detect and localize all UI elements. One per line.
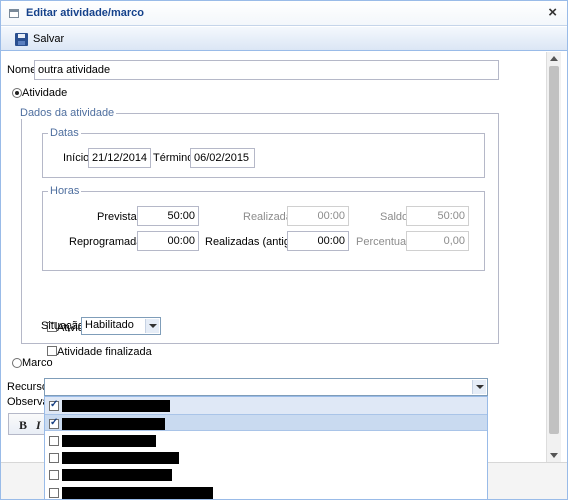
recurso-option-checkbox[interactable] <box>49 399 59 411</box>
situacao-select[interactable]: Habilitado <box>81 317 161 335</box>
datas-fieldset: Datas Início Término <box>42 127 485 178</box>
window-title: Editar atividade/marco <box>26 7 144 19</box>
recurso-option-checkbox[interactable] <box>49 452 59 463</box>
marco-radio-label: Marco <box>22 357 53 369</box>
previstas-label: Previstas <box>97 211 143 223</box>
redacted-name-bar <box>62 418 165 431</box>
previstas-input[interactable] <box>137 206 199 226</box>
redacted-name-bar <box>62 434 156 447</box>
atividade-radio-label: Atividade <box>22 87 68 99</box>
recurso-option[interactable] <box>45 466 487 483</box>
atividade-finalizada-checkbox[interactable] <box>47 346 57 356</box>
italic-icon[interactable]: I <box>36 418 41 433</box>
recurso-option[interactable] <box>45 432 487 449</box>
recurso-label: Recurso <box>7 381 48 393</box>
redacted-name-bar <box>62 451 179 464</box>
recurso-option[interactable] <box>45 414 487 432</box>
percentual-label: Percentual <box>356 236 409 248</box>
save-button[interactable]: Salvar <box>15 31 64 47</box>
situacao-label: Situação <box>41 320 84 332</box>
scroll-thumb[interactable] <box>549 66 559 434</box>
nome-input[interactable] <box>34 60 499 80</box>
realizadas-input <box>287 206 349 226</box>
recurso-option-checkbox[interactable] <box>49 435 59 446</box>
recurso-select[interactable] <box>44 378 488 396</box>
dados-atividade-fieldset: Dados da atividade Datas Início Término … <box>18 107 499 358</box>
realizadas-antigo-input[interactable] <box>287 231 349 251</box>
termino-label: Término <box>153 152 194 164</box>
atividade-radio[interactable] <box>12 88 22 98</box>
redacted-name-bar <box>62 469 172 482</box>
dados-atividade-legend: Dados da atividade <box>18 107 117 119</box>
marco-radio[interactable] <box>12 358 22 368</box>
recurso-option-checkbox[interactable] <box>49 470 59 481</box>
reprogramadas-input[interactable] <box>137 231 199 251</box>
recurso-option-checkbox[interactable] <box>49 417 59 430</box>
atividade-finalizada-label: Atividade finalizada <box>57 346 152 358</box>
redacted-name-bar <box>62 486 213 499</box>
saldo-input <box>406 206 469 226</box>
datas-legend: Datas <box>48 127 81 139</box>
recurso-dropdown-list <box>44 396 488 500</box>
recurso-option[interactable] <box>45 397 487 414</box>
save-button-label: Salvar <box>33 33 65 45</box>
toolbar: Salvar <box>1 27 567 51</box>
recurso-option[interactable] <box>45 484 487 500</box>
scroll-down-icon[interactable] <box>550 453 558 458</box>
horas-legend: Horas <box>48 185 82 197</box>
situacao-value: Habilitado <box>85 319 134 331</box>
title-bar[interactable]: Editar atividade/marco × <box>1 1 567 26</box>
floppy-disk-icon <box>15 32 28 46</box>
redacted-name-bar <box>62 400 170 412</box>
realizadas-antigo-label: Realizadas (antigo) <box>205 236 300 248</box>
bold-icon[interactable]: B <box>19 418 27 433</box>
recurso-option[interactable] <box>45 449 487 466</box>
scroll-up-icon[interactable] <box>550 56 558 61</box>
horas-fieldset: Horas Previstas Realizadas Saldo Reprogr… <box>42 185 485 271</box>
termino-input[interactable] <box>190 148 255 168</box>
vertical-scrollbar[interactable] <box>546 52 561 462</box>
close-icon[interactable]: × <box>548 4 557 21</box>
saldo-label: Saldo <box>380 211 409 223</box>
chevron-down-icon[interactable] <box>472 380 486 394</box>
inicio-input[interactable] <box>88 148 151 168</box>
edit-activity-window: Editar atividade/marco × Salvar Nome Ati… <box>0 0 568 500</box>
inicio-label: Início <box>63 152 90 164</box>
recurso-option-checkbox[interactable] <box>49 487 59 498</box>
percentual-input <box>406 231 469 251</box>
window-icon <box>9 9 19 18</box>
nome-label: Nome <box>7 64 37 76</box>
chevron-down-icon[interactable] <box>145 319 159 333</box>
